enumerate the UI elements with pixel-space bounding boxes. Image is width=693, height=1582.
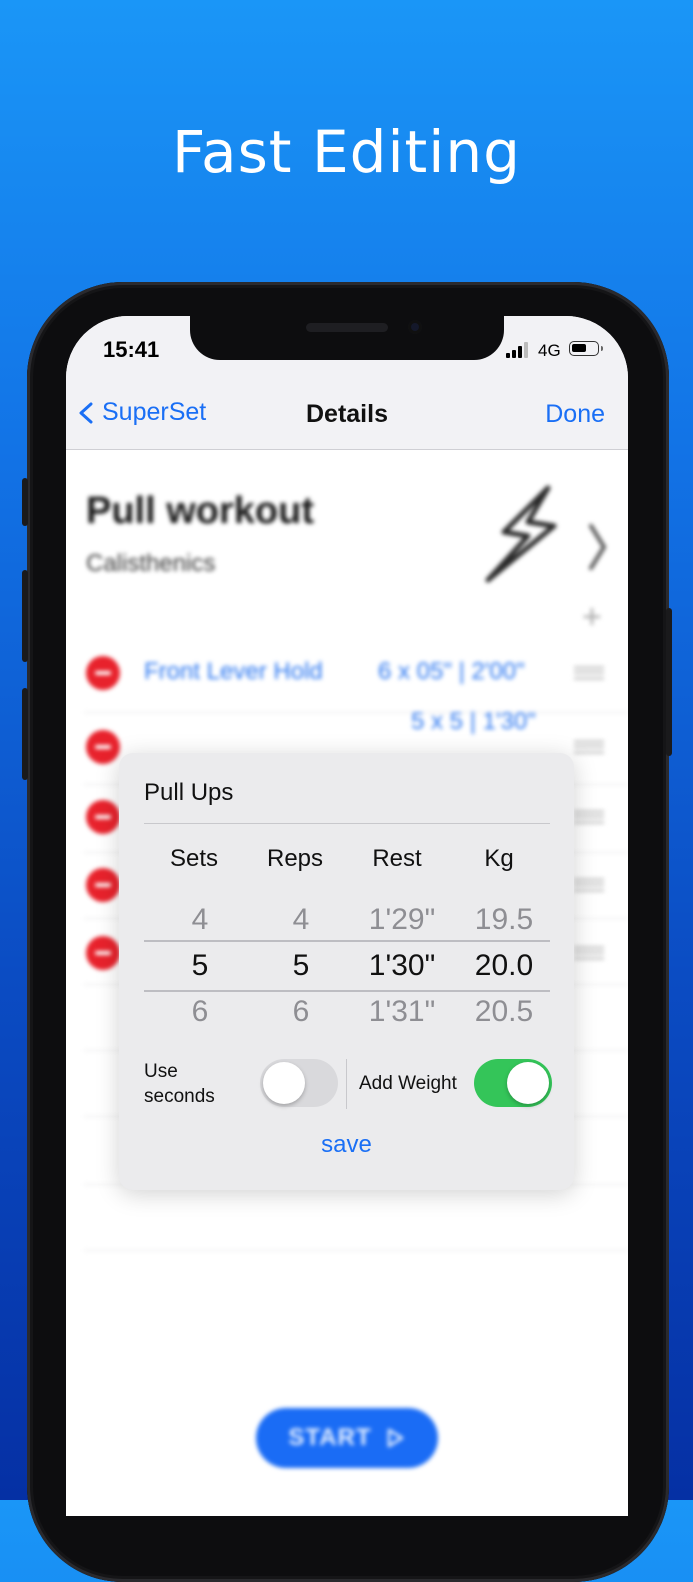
exercise-title: Pull Ups [144,779,234,806]
page-title: Details [306,400,388,428]
camera-icon [408,320,422,334]
column-header-kg: Kg [484,845,514,872]
phone-mute-switch [22,478,28,526]
rest-picker-option[interactable]: 1'29" [352,903,452,937]
picker-selection-top [144,940,550,942]
reps-picker-selected[interactable]: 5 [251,949,351,983]
row-divider [84,1250,628,1251]
exercise-value: 6 x 05" | 2'00" [378,658,525,685]
toggle-divider [346,1059,347,1109]
add-exercise-icon[interactable]: + [582,598,602,637]
signal-icon [506,342,536,358]
reorder-handle-icon[interactable] [574,946,604,960]
notch [190,316,504,360]
sets-picker-option[interactable]: 4 [150,903,250,937]
kg-picker-selected[interactable]: 20.0 [454,949,554,983]
reorder-handle-icon[interactable] [574,878,604,892]
lightning-icon [485,485,557,583]
sets-picker-option[interactable]: 6 [150,995,250,1029]
column-header-rest: Rest [372,845,422,872]
add-weight-toggle[interactable] [474,1059,552,1107]
exercise-editor-popup: Pull Ups Sets Reps Rest Kg 4 4 1'29" 19.… [119,753,574,1190]
column-header-sets: Sets [169,845,219,872]
picker-selection-bottom [144,990,550,992]
exercise-value: 5 x 5 | 1'30" [411,708,536,735]
exercise-row[interactable]: Front Lever Hold 6 x 05" | 2'00" [66,636,628,708]
reps-picker-option[interactable]: 6 [251,995,351,1029]
delete-icon[interactable] [86,936,120,970]
exercise-name: Front Lever Hold [144,658,323,685]
delete-icon[interactable] [86,868,120,902]
chevron-right-icon[interactable] [586,522,610,572]
status-time: 15:41 [103,337,160,362]
phone-volume-down [22,688,28,780]
speaker-icon [306,323,388,332]
use-seconds-label-line-1: Use [144,1061,178,1082]
delete-icon[interactable] [86,800,120,834]
toggle-knob [263,1062,305,1104]
phone-power-button [666,608,672,756]
kg-picker-option[interactable]: 19.5 [454,903,554,937]
workout-subtitle: Calisthenics [86,550,216,577]
network-label: 4G [538,341,561,360]
headline: Fast Editing [172,118,521,186]
workout-title: Pull workout [86,490,314,532]
use-seconds-label: Use seconds [144,1059,215,1109]
sets-picker-selected[interactable]: 5 [150,949,250,983]
use-seconds-toggle[interactable] [260,1059,338,1107]
done-button[interactable]: Done [545,400,605,429]
rest-picker-selected[interactable]: 1'30" [352,949,452,983]
save-button[interactable]: save [119,1131,574,1159]
toggle-knob [507,1062,549,1104]
column-header-reps: Reps [266,845,324,872]
play-icon [387,1428,403,1448]
reorder-handle-icon[interactable] [574,740,604,754]
reps-picker-option[interactable]: 4 [251,903,351,937]
battery-icon [569,341,603,356]
delete-icon[interactable] [86,656,120,690]
delete-icon[interactable] [86,730,120,764]
kg-picker-option[interactable]: 20.5 [454,995,554,1029]
start-button-label: START [288,1424,372,1451]
add-weight-label: Add Weight [359,1073,457,1094]
phone-volume-up [22,570,28,662]
reorder-handle-icon[interactable] [574,666,604,680]
navigation-bar: SuperSet Details Done [66,362,628,450]
reorder-handle-icon[interactable] [574,810,604,824]
rest-picker-option[interactable]: 1'31" [352,995,452,1029]
start-button[interactable]: START [256,1408,438,1468]
use-seconds-label-line-2: seconds [144,1086,215,1107]
title-divider [144,823,550,824]
